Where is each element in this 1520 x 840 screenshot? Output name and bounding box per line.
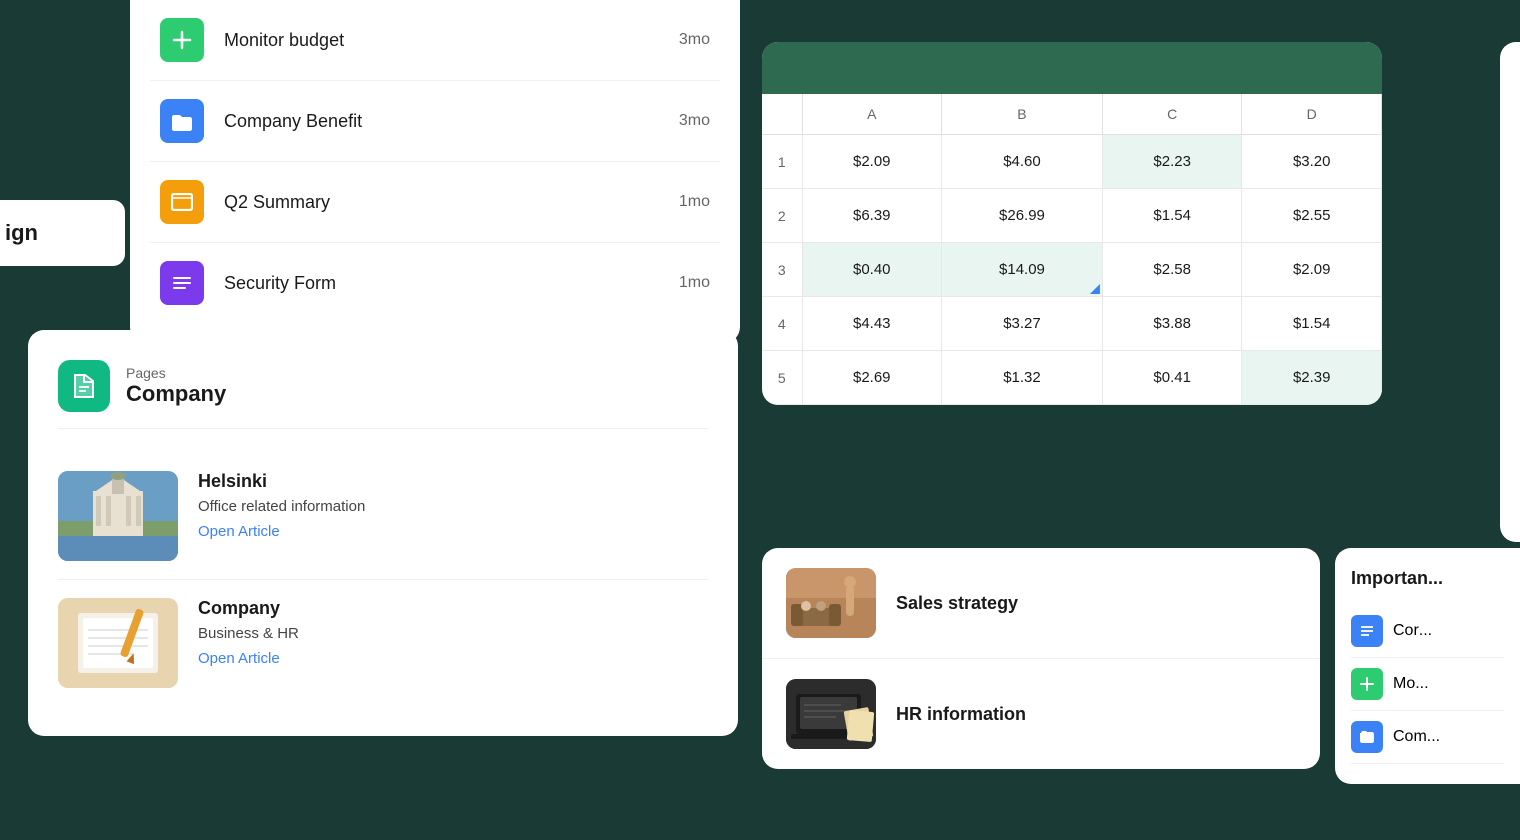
- design-label: ign: [5, 220, 38, 245]
- col-header-b: B: [942, 94, 1103, 135]
- important-panel-title: Importan...: [1351, 568, 1504, 589]
- cell-a3[interactable]: $0.40: [802, 243, 942, 297]
- com-icon: [1351, 721, 1383, 753]
- important-item-com[interactable]: Com...: [1351, 711, 1504, 764]
- cor-icon: [1351, 615, 1383, 647]
- q2-summary-icon: [160, 180, 204, 224]
- cell-corner-marker: [1090, 284, 1100, 294]
- cell-a5[interactable]: $2.69: [802, 351, 942, 405]
- important-item-cor[interactable]: Cor...: [1351, 605, 1504, 658]
- cell-b1[interactable]: $4.60: [942, 135, 1103, 189]
- content-card: Sales strategy HR information: [762, 548, 1320, 769]
- com-label: Com: [1393, 728, 1427, 746]
- file-name: Company Benefit: [224, 111, 679, 132]
- cor-label: Cor: [1393, 622, 1419, 640]
- pages-icon: [58, 360, 110, 412]
- file-age: 1mo: [679, 193, 710, 211]
- table-row: 2 $6.39 $26.99 $1.54 $2.55: [762, 189, 1382, 243]
- open-article-link-company[interactable]: Open Article: [198, 650, 299, 667]
- content-title-hr: HR information: [896, 704, 1026, 725]
- cell-c3[interactable]: $2.58: [1102, 243, 1242, 297]
- file-name: Security Form: [224, 273, 679, 294]
- article-info: Company Business & HR Open Article: [198, 598, 299, 667]
- monitor-budget-icon: [160, 18, 204, 62]
- company-benefit-icon: [160, 99, 204, 143]
- open-article-link-helsinki[interactable]: Open Article: [198, 523, 365, 540]
- file-age: 1mo: [679, 274, 710, 292]
- pages-label: Pages: [126, 365, 226, 381]
- list-item[interactable]: Security Form 1mo: [150, 243, 720, 323]
- cell-d2[interactable]: $2.55: [1242, 189, 1382, 243]
- table-row: 3 $0.40 $14.09 $2.58 $2.09: [762, 243, 1382, 297]
- col-header-a: A: [802, 94, 942, 135]
- pages-header: Pages Company: [58, 360, 708, 429]
- article-title: Helsinki: [198, 471, 365, 492]
- table-row: 5 $2.69 $1.32 $0.41 $2.39: [762, 351, 1382, 405]
- cell-a1[interactable]: $2.09: [802, 135, 942, 189]
- col-header-row: [762, 94, 802, 135]
- article-thumb-helsinki: [58, 471, 178, 561]
- content-title-sales: Sales strategy: [896, 593, 1018, 614]
- list-item[interactable]: Q2 Summary 1mo: [150, 162, 720, 243]
- cell-c1[interactable]: $2.23: [1102, 135, 1242, 189]
- cell-a2[interactable]: $6.39: [802, 189, 942, 243]
- row-num: 1: [762, 135, 802, 189]
- mon-label: Mo...: [1393, 675, 1429, 693]
- important-panel: Importan... Cor... Mo... Com...: [1335, 548, 1520, 784]
- article-desc: Office related information: [198, 498, 365, 515]
- mon-icon: [1351, 668, 1383, 700]
- pages-card: Pages Company: [28, 330, 738, 736]
- cell-a4[interactable]: $4.43: [802, 297, 942, 351]
- row-num: 5: [762, 351, 802, 405]
- article-title: Company: [198, 598, 299, 619]
- cell-d4[interactable]: $1.54: [1242, 297, 1382, 351]
- article-item-helsinki[interactable]: Helsinki Office related information Open…: [58, 453, 708, 580]
- file-age: 3mo: [679, 112, 710, 130]
- cell-b5[interactable]: $1.32: [942, 351, 1103, 405]
- design-partial-panel: ign: [0, 200, 125, 266]
- right-edge-panel: [1500, 42, 1520, 542]
- article-thumb-company: [58, 598, 178, 688]
- table-row: 4 $4.43 $3.27 $3.88 $1.54: [762, 297, 1382, 351]
- cell-c4[interactable]: $3.88: [1102, 297, 1242, 351]
- file-list-panel: Monitor budget 3mo Company Benefit 3mo Q…: [130, 0, 740, 343]
- content-item-hr[interactable]: HR information: [762, 659, 1320, 769]
- cell-b3[interactable]: $14.09: [942, 243, 1103, 297]
- row-num: 4: [762, 297, 802, 351]
- cell-c5[interactable]: $0.41: [1102, 351, 1242, 405]
- cell-b4[interactable]: $3.27: [942, 297, 1103, 351]
- col-header-c: C: [1102, 94, 1242, 135]
- list-item[interactable]: Monitor budget 3mo: [150, 0, 720, 81]
- col-header-d: D: [1242, 94, 1382, 135]
- row-num: 3: [762, 243, 802, 297]
- row-num: 2: [762, 189, 802, 243]
- cell-d5[interactable]: $2.39: [1242, 351, 1382, 405]
- cell-d3[interactable]: $2.09: [1242, 243, 1382, 297]
- file-name: Q2 Summary: [224, 192, 679, 213]
- article-desc: Business & HR: [198, 625, 299, 642]
- important-item-mon[interactable]: Mo...: [1351, 658, 1504, 711]
- spreadsheet-panel: A B C D 1 $2.09 $4.60 $2.23 $3.20 2 $6.3…: [762, 42, 1382, 405]
- article-info: Helsinki Office related information Open…: [198, 471, 365, 540]
- table-row: 1 $2.09 $4.60 $2.23 $3.20: [762, 135, 1382, 189]
- pages-title-group: Pages Company: [126, 365, 226, 407]
- article-item-company[interactable]: Company Business & HR Open Article: [58, 580, 708, 706]
- spreadsheet-table: A B C D 1 $2.09 $4.60 $2.23 $3.20 2 $6.3…: [762, 94, 1382, 405]
- list-item[interactable]: Company Benefit 3mo: [150, 81, 720, 162]
- security-form-icon: [160, 261, 204, 305]
- content-thumb-sales: [786, 568, 876, 638]
- file-name: Monitor budget: [224, 30, 679, 51]
- cell-c2[interactable]: $1.54: [1102, 189, 1242, 243]
- cell-d1[interactable]: $3.20: [1242, 135, 1382, 189]
- content-thumb-hr: [786, 679, 876, 749]
- file-age: 3mo: [679, 31, 710, 49]
- cell-b2[interactable]: $26.99: [942, 189, 1103, 243]
- pages-name: Company: [126, 381, 226, 407]
- content-item-sales[interactable]: Sales strategy: [762, 548, 1320, 659]
- sheet-header: [762, 42, 1382, 94]
